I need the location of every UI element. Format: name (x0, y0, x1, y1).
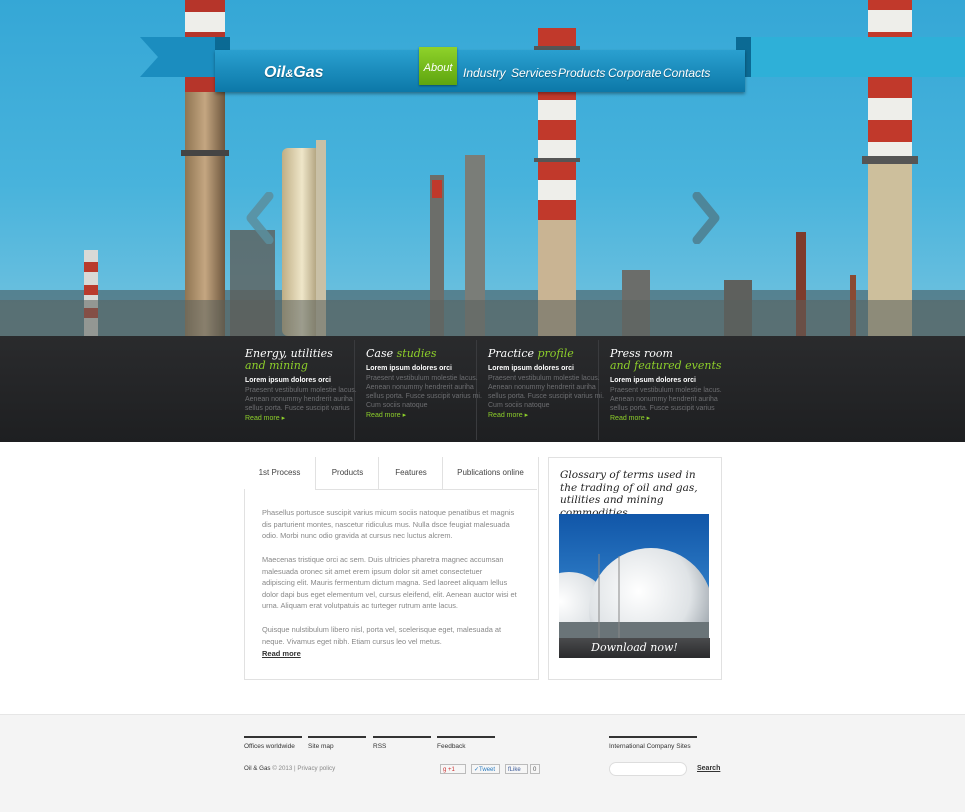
feature-text: Praesent vestibulum molestie lacus. Aene… (610, 387, 722, 412)
footer-link-rss[interactable]: RSS (373, 736, 431, 750)
site-logo[interactable]: Oil&Gas (264, 64, 324, 82)
read-more-label: Read more (245, 415, 280, 422)
international-sites-heading: International Company Sites (609, 736, 697, 750)
feature-text: Praesent vestibulum molestie lacus. Aene… (366, 375, 482, 409)
footer (0, 714, 965, 812)
privacy-policy-link[interactable]: Privacy policy (297, 765, 335, 772)
gas-spheres-illustration (559, 514, 709, 638)
logo-text-2: Gas (293, 64, 324, 81)
download-button[interactable]: Download now! (559, 638, 710, 658)
feature-column-press-room: Press room and featured events Lorem ips… (610, 348, 728, 423)
copyright-separator: | (294, 765, 296, 772)
footer-link-offices[interactable]: Offices worldwide (244, 736, 302, 750)
logo-text-1: Oil (264, 64, 286, 81)
footer-link-feedback[interactable]: Feedback (437, 736, 495, 750)
feature-subtitle: Lorem ipsum dolores orci (366, 365, 452, 372)
search-input[interactable] (609, 762, 687, 776)
tab-paragraph: Maecenas tristique orci ac sem. Duis ult… (262, 555, 517, 610)
nav-item-corporate[interactable]: Corporate (608, 66, 661, 80)
tweet-button[interactable]: ✓Tweet (471, 764, 500, 774)
tab-paragraph: Phasellus portusce suscipit varius micum… (262, 508, 515, 540)
triangle-right-icon: ▸ (524, 412, 529, 419)
feature-text: Praesent vestibulum molestie lacus. Aene… (488, 375, 604, 409)
feature-title-line1: Case (366, 347, 397, 360)
nav-item-industry[interactable]: Industry (463, 66, 506, 80)
google-plus-label: +1 (448, 767, 455, 773)
feature-column-practice-profile: Practice profile Lorem ipsum dolores orc… (488, 347, 606, 420)
tweet-label: Tweet (479, 767, 496, 773)
tab-divider (315, 489, 537, 490)
nav-item-about[interactable]: About (419, 47, 457, 85)
feature-subtitle: Lorem ipsum dolores orci (610, 377, 696, 384)
nav-item-contacts[interactable]: Contacts (663, 66, 710, 80)
nav-item-about-label: About (423, 62, 453, 74)
triangle-right-icon: ▸ (402, 412, 407, 419)
copyright: Oil & Gas © 2013 | Privacy policy (244, 765, 335, 772)
copyright-symbol: © (272, 765, 277, 772)
nav-item-services[interactable]: Services (511, 66, 557, 80)
feature-title-highlight: profile (537, 347, 574, 360)
feature-title-line1: Practice (488, 347, 538, 360)
tab-paragraph: Quisque nulstibulum libero nisl, porta v… (262, 625, 502, 646)
gas-tank-image (559, 514, 709, 638)
triangle-right-icon: ▸ (281, 415, 286, 422)
nav-item-products[interactable]: Products (558, 66, 605, 80)
tab-features[interactable]: Features (378, 457, 443, 489)
feature-text: Praesent vestibulum molestie lacus. Aene… (245, 387, 357, 412)
feature-subtitle: Lorem ipsum dolores orci (488, 365, 574, 372)
copyright-year: 2013 (278, 765, 293, 772)
like-label: Like (509, 767, 521, 773)
tab-1st-process[interactable]: 1st Process (244, 457, 315, 489)
copyright-brand: Oil & Gas (244, 765, 271, 772)
feature-title: Energy, utilities and mining (245, 348, 363, 372)
footer-link-sitemap[interactable]: Site map (308, 736, 366, 750)
facebook-like-button[interactable]: fLike (505, 764, 528, 774)
feature-title-highlight: studies (396, 347, 437, 360)
feature-read-more-link[interactable]: Read more ▸ (610, 414, 728, 422)
feature-title-line2: and featured events (610, 359, 722, 372)
feature-read-more-link[interactable]: Read more ▸ (245, 414, 363, 422)
feature-subtitle: Lorem ipsum dolores orci (245, 377, 331, 384)
feature-title: Press room and featured events (610, 348, 728, 372)
glossary-title: Glossary of terms used in the trading of… (560, 469, 698, 519)
read-more-link[interactable]: Read more (262, 649, 301, 658)
read-more-label: Read more (366, 412, 401, 419)
google-plus-icon: g (443, 767, 447, 773)
read-more-label: Read more (610, 415, 645, 422)
chevron-right-icon[interactable] (689, 192, 723, 244)
google-plus-button[interactable]: g +1 (440, 764, 466, 774)
feature-column-case-studies: Case studies Lorem ipsum dolores orci Pr… (366, 347, 484, 420)
ribbon-right-tail (736, 37, 965, 77)
chevron-left-icon[interactable] (243, 192, 277, 244)
search-button[interactable]: Search (697, 765, 720, 772)
feature-read-more-link[interactable]: Read more ▸ (488, 411, 606, 419)
feature-title-line2: and mining (245, 359, 308, 372)
tab-products[interactable]: Products (315, 457, 379, 489)
tab-publications-online[interactable]: Publications online (442, 457, 538, 489)
feature-column-energy: Energy, utilities and mining Lorem ipsum… (245, 348, 363, 423)
read-more-label: Read more (488, 412, 523, 419)
feature-read-more-link[interactable]: Read more ▸ (366, 411, 484, 419)
like-count: 0 (530, 764, 540, 774)
triangle-right-icon: ▸ (646, 415, 651, 422)
